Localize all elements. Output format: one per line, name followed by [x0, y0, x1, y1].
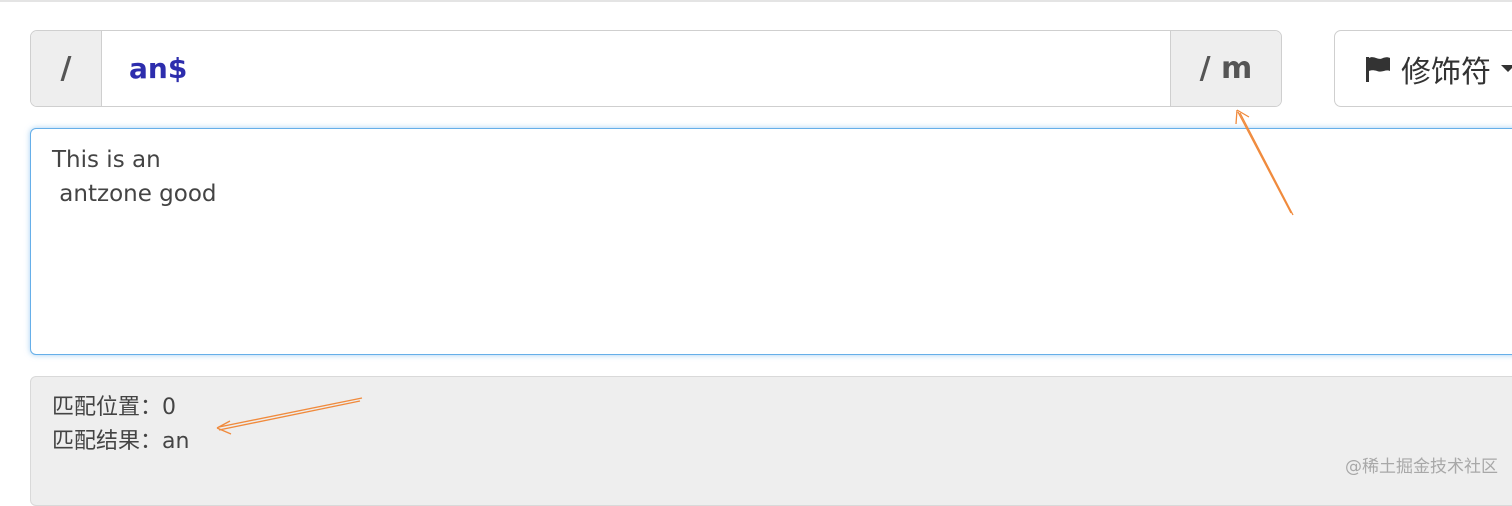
- match-position-row: 匹配位置：0: [52, 391, 1508, 425]
- match-result-panel: 匹配位置：0 匹配结果：an: [30, 376, 1512, 506]
- match-result-value: an: [162, 429, 190, 454]
- regex-input-group: / an$ / m: [30, 30, 1282, 107]
- watermark: @稀土掘金技术社区: [1345, 457, 1498, 477]
- match-position-value: 0: [162, 395, 177, 420]
- regex-pattern-input[interactable]: an$: [102, 31, 1170, 106]
- match-result-label: 匹配结果：: [52, 429, 163, 454]
- match-position-label: 匹配位置：: [52, 395, 163, 420]
- close-delimiter-flags: / m: [1170, 31, 1281, 106]
- modifier-label: 修饰符: [1401, 54, 1491, 90]
- modifier-dropdown-button[interactable]: 修饰符: [1334, 30, 1512, 107]
- open-delimiter: /: [31, 31, 102, 106]
- test-text-area[interactable]: This is an antzone good: [30, 128, 1512, 355]
- flag-icon: [1366, 56, 1390, 82]
- top-divider: [0, 0, 1512, 2]
- match-result-row: 匹配结果：an: [52, 425, 1508, 459]
- chevron-down-icon: [1501, 65, 1512, 72]
